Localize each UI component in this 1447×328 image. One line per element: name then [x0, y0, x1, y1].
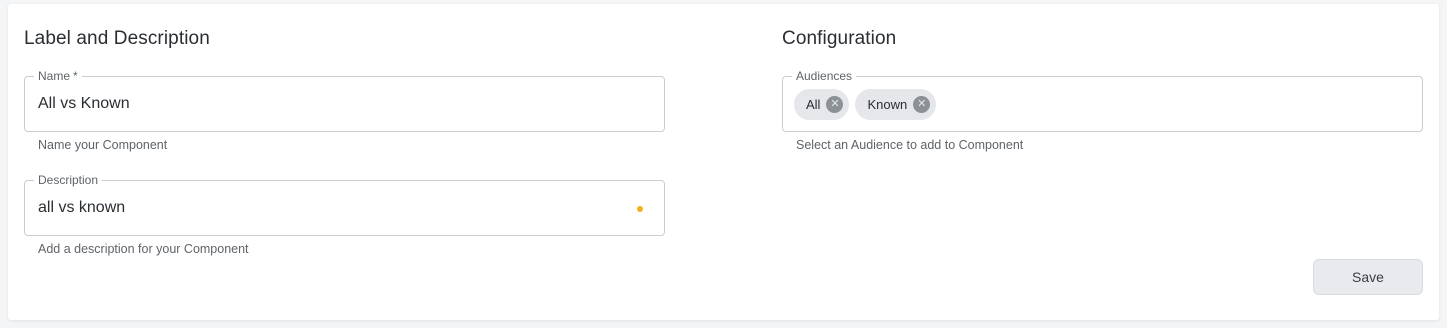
name-helper-text: Name your Component [38, 138, 168, 152]
name-field[interactable]: Name * All vs Known [24, 69, 665, 132]
audience-chip-all[interactable]: All ✕ [794, 89, 850, 120]
label-description-heading: Label and Description [24, 28, 210, 49]
name-input-value[interactable]: All vs Known [38, 95, 130, 113]
component-settings-card: Label and Description Name * All vs Known… [8, 4, 1439, 320]
save-button[interactable]: Save [1313, 259, 1423, 295]
required-marker: * [73, 69, 78, 83]
description-field-label: Description [34, 173, 103, 187]
description-field[interactable]: Description all vs known [24, 173, 665, 236]
audience-chip-known[interactable]: Known ✕ [855, 89, 937, 120]
chip-label: All [806, 97, 821, 112]
configuration-heading: Configuration [782, 28, 897, 49]
unsaved-indicator-dot [637, 206, 643, 212]
audiences-field[interactable]: Audiences All ✕ Known ✕ [782, 69, 1423, 132]
description-input-value[interactable]: all vs known [38, 199, 125, 217]
audiences-helper-text: Select an Audience to add to Component [796, 138, 1024, 152]
audiences-field-label: Audiences [792, 69, 857, 83]
chip-label: Known [867, 97, 908, 112]
close-circle-icon[interactable]: ✕ [826, 96, 844, 113]
name-field-label: Name * [34, 69, 82, 83]
audience-chips: All ✕ Known ✕ [794, 89, 937, 120]
description-helper-text: Add a description for your Component [38, 242, 249, 256]
close-circle-icon[interactable]: ✕ [913, 96, 931, 113]
